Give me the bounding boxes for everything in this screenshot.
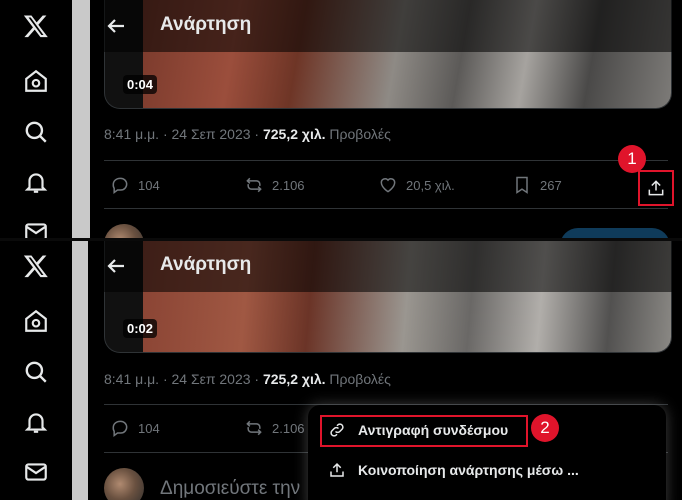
page-title: Ανάρτηση (160, 254, 252, 275)
reply-icon (112, 177, 128, 194)
bookmark-icon (516, 176, 528, 194)
post-metadata: 8:41 μ.μ. · 24 Σεπ 2023 · 725,2 χιλ. Προ… (104, 371, 391, 387)
home-icon[interactable] (22, 67, 50, 95)
search-icon[interactable] (22, 118, 50, 146)
divider (104, 160, 668, 161)
scrollbar[interactable] (72, 0, 90, 240)
post-timestamp[interactable]: 8:41 μ.μ. · 24 Σεπ 2023 · (104, 371, 263, 387)
heart-icon (380, 178, 396, 193)
repost-icon (246, 420, 262, 436)
notifications-bell-icon[interactable] (22, 168, 50, 196)
reply-count: 104 (138, 420, 160, 436)
repost-button[interactable]: 2.106 (244, 406, 305, 450)
share-upload-icon (330, 462, 344, 477)
sidebar (0, 240, 72, 500)
share-upload-icon (648, 180, 664, 196)
repost-button[interactable]: 2.106 (244, 163, 305, 207)
sidebar (0, 0, 72, 240)
reply-button[interactable]: 104 (110, 406, 160, 450)
x-logo-icon[interactable] (22, 252, 50, 280)
bottom-screenshot-panel: Ανάρτηση 0:02 8:41 μ.μ. · 24 Σεπ 2023 · … (0, 240, 682, 500)
share-button[interactable] (638, 170, 674, 206)
divider (104, 208, 668, 209)
top-screenshot-panel: Ανάρτηση 0:04 8:41 μ.μ. · 24 Σεπ 2023 · … (0, 0, 682, 240)
messages-mail-icon[interactable] (22, 458, 50, 486)
post-actions-bar: 104 2.106 20,5 χιλ. 267 (104, 163, 668, 207)
reply-icon (112, 420, 128, 437)
bookmark-button[interactable]: 267 (512, 163, 562, 207)
home-icon[interactable] (22, 307, 50, 335)
like-button[interactable]: 20,5 χιλ. (378, 163, 455, 207)
post-detail: Ανάρτηση 0:04 8:41 μ.μ. · 24 Σεπ 2023 · … (90, 0, 682, 240)
reply-count: 104 (138, 177, 160, 193)
view-count: 725,2 χιλ. (262, 126, 326, 142)
page-title: Ανάρτηση (160, 14, 252, 35)
page-header: Ανάρτηση (90, 240, 682, 292)
share-menu: Αντιγραφή συνδέσμου 2 Κοινοποίηση ανάρτη… (308, 405, 666, 500)
views-label: Προβολές (325, 126, 391, 142)
reply-button[interactable]: 104 (110, 163, 160, 207)
post-metadata: 8:41 μ.μ. · 24 Σεπ 2023 · 725,2 χιλ. Προ… (104, 126, 391, 142)
share-via-menu-item[interactable]: Κοινοποίηση ανάρτησης μέσω ... (308, 447, 666, 493)
avatar (104, 468, 144, 500)
post-timestamp[interactable]: 8:41 μ.μ. · 24 Σεπ 2023 · (104, 126, 263, 142)
copy-link-highlight (320, 415, 528, 447)
repost-count: 2.106 (272, 420, 305, 436)
step-badge-2: 2 (531, 414, 559, 442)
repost-count: 2.106 (272, 177, 305, 193)
video-timecode: 0:04 (123, 75, 158, 94)
view-count: 725,2 χιλ. (262, 371, 326, 387)
views-label: Προβολές (325, 371, 391, 387)
repost-icon (246, 177, 262, 193)
screenshot-separator (0, 238, 682, 241)
messages-mail-icon[interactable] (22, 218, 50, 240)
video-timecode: 0:02 (123, 319, 158, 338)
back-arrow-icon[interactable] (104, 14, 128, 38)
bookmark-count: 267 (540, 177, 562, 193)
like-count: 20,5 χιλ. (406, 177, 455, 193)
step-badge-1: 1 (618, 145, 646, 173)
scrollbar[interactable] (72, 240, 88, 500)
back-arrow-icon[interactable] (104, 254, 128, 278)
notifications-bell-icon[interactable] (22, 408, 50, 436)
search-icon[interactable] (22, 358, 50, 386)
x-logo-icon[interactable] (22, 12, 50, 40)
share-via-label: Κοινοποίηση ανάρτησης μέσω ... (358, 462, 579, 478)
reply-input-placeholder[interactable]: Δημοσιεύστε την (160, 478, 300, 500)
page-header: Ανάρτηση (90, 0, 682, 52)
